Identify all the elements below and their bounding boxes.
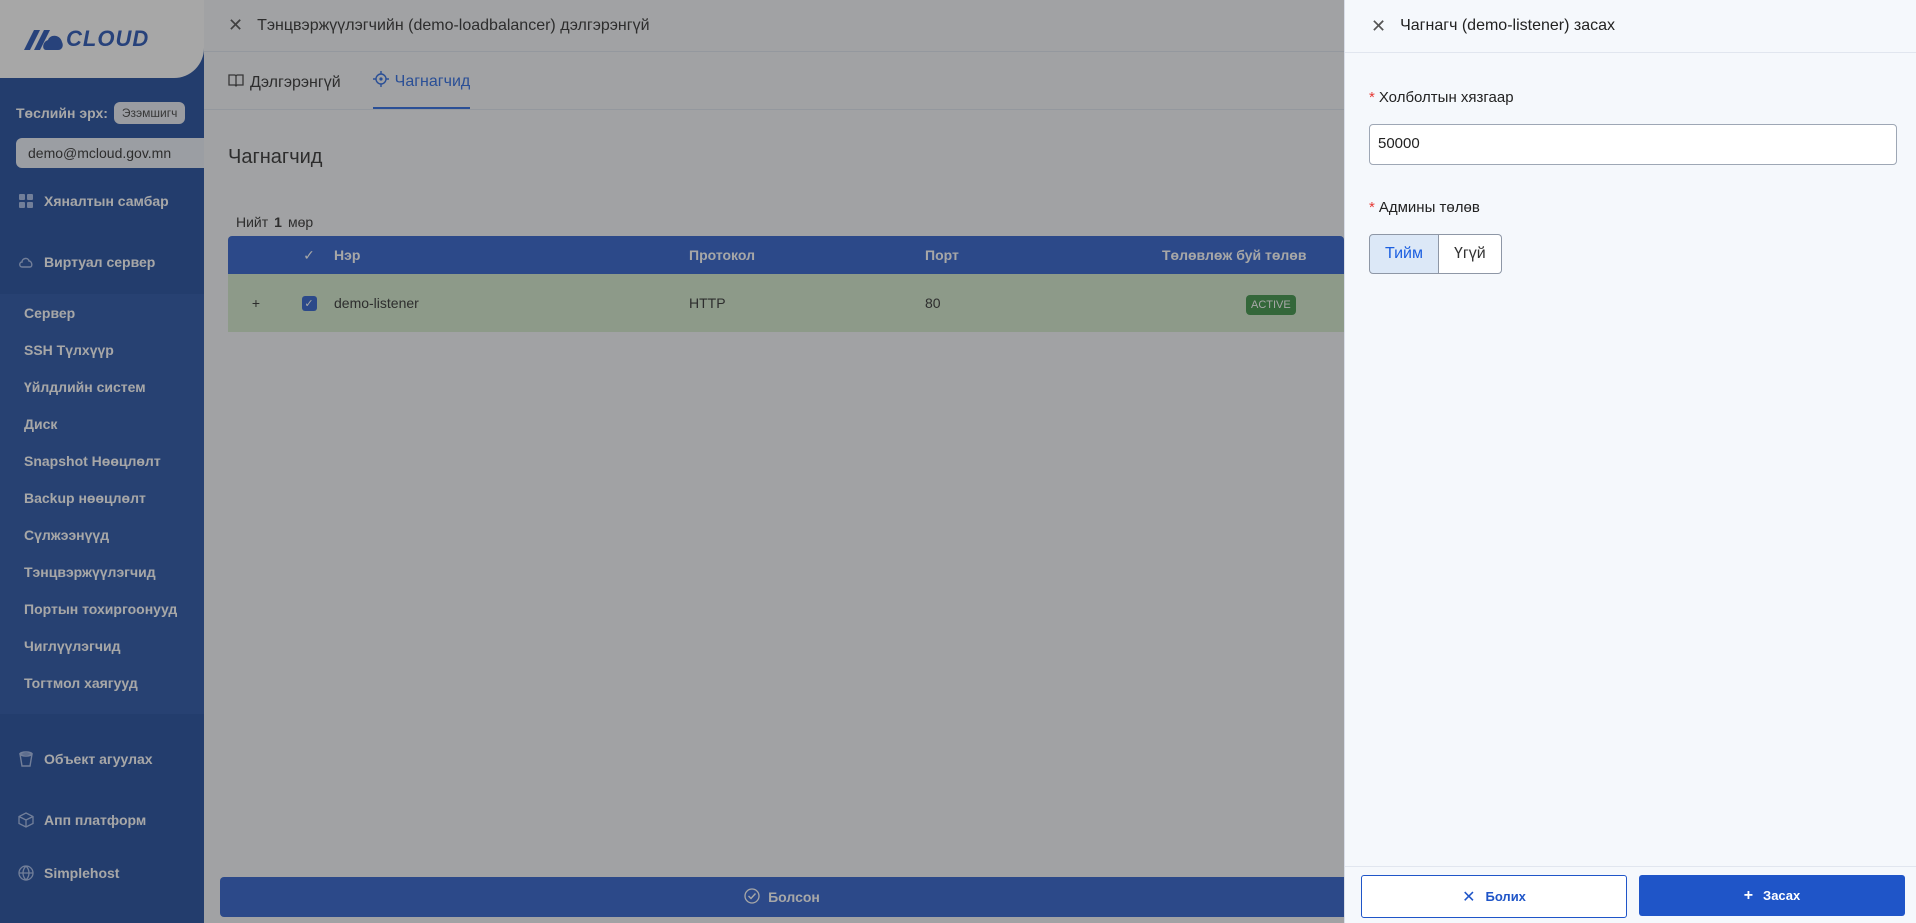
admin-state-yes[interactable]: Тийм xyxy=(1369,234,1439,274)
close-icon: ✕ xyxy=(1462,888,1476,906)
drawer-title: Чагнагч (demo-listener) засах xyxy=(1400,17,1616,34)
modal-overlay[interactable] xyxy=(0,0,1344,923)
drawer-footer: ✕ Болих + Засах xyxy=(1345,866,1916,923)
submit-edit-button[interactable]: + Засах xyxy=(1639,875,1905,916)
plus-icon: + xyxy=(1743,886,1754,904)
drawer-header: ✕ Чагнагч (demo-listener) засах xyxy=(1345,0,1916,53)
connection-limit-label-text: Холболтын хязгаар xyxy=(1378,89,1514,106)
submit-button-label: Засах xyxy=(1763,888,1801,903)
required-asterisk: * xyxy=(1369,199,1375,216)
admin-state-label: * Админы төлөв xyxy=(1369,199,1916,216)
edit-listener-drawer: ✕ Чагнагч (demo-listener) засах * Холболт… xyxy=(1344,0,1916,923)
admin-state-label-text: Админы төлөв xyxy=(1378,199,1480,216)
cancel-button[interactable]: ✕ Болих xyxy=(1361,875,1627,918)
required-asterisk: * xyxy=(1369,89,1375,106)
connection-limit-input[interactable]: 50000 xyxy=(1369,124,1897,165)
connection-limit-label: * Холболтын хязгаар xyxy=(1369,89,1916,106)
admin-state-no[interactable]: Үгүй xyxy=(1438,234,1502,274)
drawer-close-icon[interactable]: ✕ xyxy=(1371,16,1386,37)
cancel-button-label: Болих xyxy=(1485,889,1526,904)
admin-state-toggle: Тийм Үгүй xyxy=(1369,234,1916,274)
